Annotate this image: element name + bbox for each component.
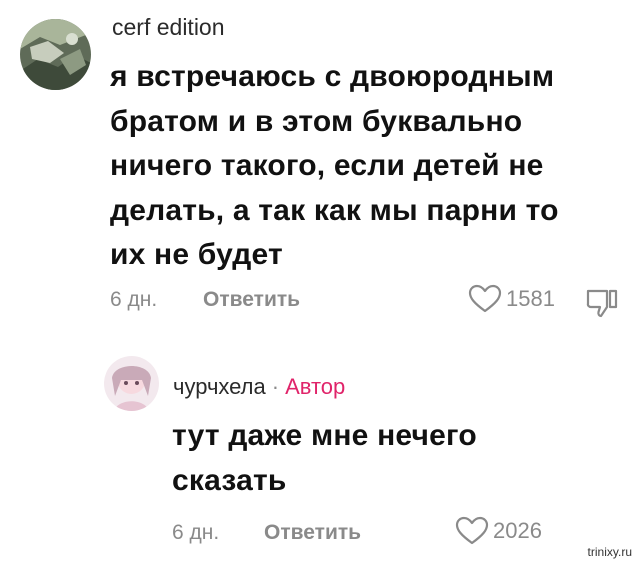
comment-text-line: их не будет (110, 238, 283, 271)
comment-text-line: ничего такого, если детей не (110, 149, 544, 182)
comment-text-line: делать, а так как мы парни то (110, 193, 559, 227)
comment-text-line: братом и в этом буквально (110, 104, 523, 138)
comment-username-row: чурчхела · Автор (173, 374, 345, 400)
comment-timestamp: 6 дн. (172, 521, 220, 544)
comment-text-line: сказать (172, 463, 287, 497)
dislike-button[interactable] (585, 287, 619, 324)
reply-button[interactable]: Ответить (264, 521, 361, 545)
like-button[interactable]: 1581 (468, 284, 555, 314)
like-count: 2026 (493, 518, 542, 543)
separator-dot: · (271, 374, 280, 399)
comment-text-line: я встречаюсь с двоюродным (110, 60, 555, 93)
heart-outline-icon (468, 284, 502, 313)
comment-text-line: тут даже мне нечего (172, 419, 477, 452)
comment-timestamp: 6 дн. (110, 288, 158, 311)
comment-text: я встречаюсь с двоюродным братом и в это… (110, 55, 620, 278)
comment-text: тут даже мне нечего сказать (172, 414, 592, 503)
heart-outline-icon (455, 516, 489, 545)
avatar-image (104, 356, 159, 411)
avatar[interactable] (20, 19, 91, 90)
avatar-image (20, 19, 91, 90)
like-button[interactable]: 2026 (455, 516, 542, 546)
comment-username[interactable]: чурчхела (173, 374, 266, 399)
like-count: 1581 (506, 286, 555, 311)
thumbs-down-outline-icon (586, 289, 618, 318)
avatar[interactable] (104, 356, 159, 411)
reply-button[interactable]: Ответить (203, 288, 300, 312)
watermark: trinixy.ru (587, 545, 632, 559)
author-badge: Автор (285, 374, 346, 399)
comment-username[interactable]: cerf edition (112, 14, 225, 41)
